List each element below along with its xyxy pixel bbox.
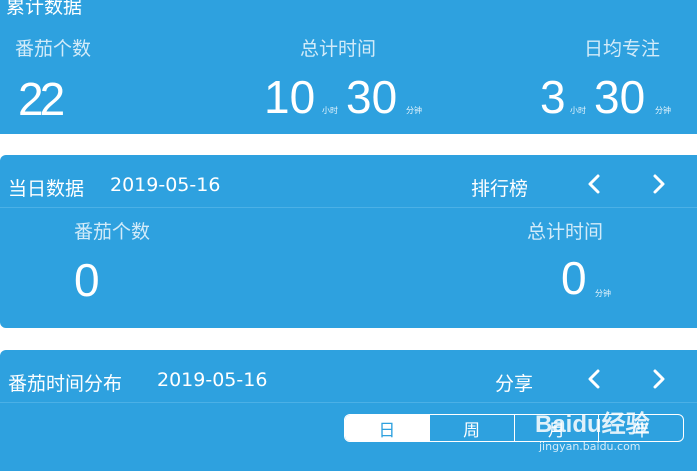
distribution-divider bbox=[0, 402, 697, 403]
cumulative-total-minutes: 30 bbox=[346, 71, 398, 123]
share-button[interactable]: 分享 bbox=[495, 369, 533, 396]
daily-divider bbox=[0, 207, 697, 208]
daily-total-time-label: 总计时间 bbox=[527, 221, 604, 243]
cumulative-tomato-count-label: 番茄个数 bbox=[15, 38, 92, 60]
cumulative-hour-unit: 小时 bbox=[322, 106, 338, 115]
cumulative-title: 累计数据 bbox=[6, 0, 83, 18]
daily-next-chevron-icon[interactable] bbox=[648, 171, 670, 197]
cumulative-avg-minute-unit: 分钟 bbox=[655, 106, 671, 115]
tab-day[interactable]: 日 bbox=[345, 415, 429, 441]
daily-tomato-count-label: 番茄个数 bbox=[74, 221, 151, 243]
daily-date: 2019-05-16 bbox=[110, 174, 221, 196]
tab-week[interactable]: 周 bbox=[428, 415, 514, 441]
daily-card: 当日数据 2019-05-16 排行榜 番茄个数 0 总计时间 0 分钟 bbox=[0, 155, 697, 328]
cumulative-card: 累计数据 番茄个数 22 总计时间 10 小时 30 分钟 日均专注 3 小时 … bbox=[0, 0, 697, 134]
tab-month[interactable]: 月 bbox=[513, 415, 599, 441]
daily-title: 当日数据 bbox=[8, 178, 85, 200]
cumulative-minute-unit: 分钟 bbox=[406, 106, 422, 115]
daily-total-minutes: 0 bbox=[561, 252, 587, 304]
cumulative-avg-hours: 3 bbox=[540, 71, 566, 123]
cumulative-total-hours: 10 bbox=[264, 71, 316, 123]
period-segmented-control: 日 周 月 年 bbox=[344, 414, 684, 442]
distribution-title: 番茄时间分布 bbox=[8, 373, 123, 395]
distribution-card: 番茄时间分布 2019-05-16 分享 日 周 月 年 bbox=[0, 350, 697, 471]
distribution-next-chevron-icon[interactable] bbox=[648, 366, 670, 392]
cumulative-avg-minutes: 30 bbox=[594, 71, 646, 123]
cumulative-avg-hour-unit: 小时 bbox=[570, 106, 586, 115]
daily-minute-unit: 分钟 bbox=[595, 289, 611, 298]
cumulative-total-time-label: 总计时间 bbox=[300, 38, 377, 60]
distribution-date: 2019-05-16 bbox=[157, 369, 268, 391]
cumulative-daily-avg-label: 日均专注 bbox=[584, 38, 661, 60]
ranking-button[interactable]: 排行榜 bbox=[471, 174, 528, 201]
cumulative-tomato-count-value: 22 bbox=[18, 73, 65, 125]
daily-tomato-count-value: 0 bbox=[74, 254, 100, 306]
daily-prev-chevron-icon[interactable] bbox=[583, 171, 605, 197]
tab-year[interactable]: 年 bbox=[598, 415, 683, 441]
distribution-prev-chevron-icon[interactable] bbox=[583, 366, 605, 392]
